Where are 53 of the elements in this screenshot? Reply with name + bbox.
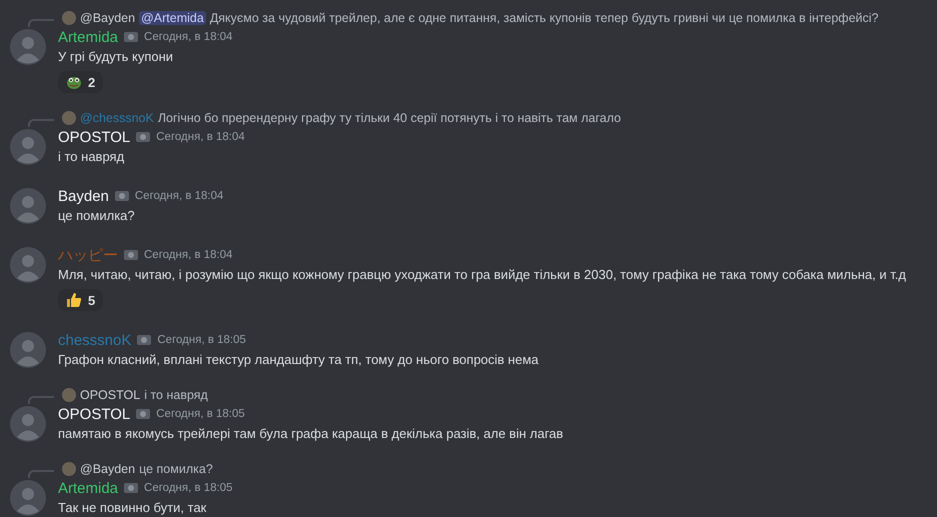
avatar-icon[interactable]	[10, 406, 46, 442]
avatar-icon[interactable]	[10, 129, 46, 165]
reply-connector-line	[28, 119, 54, 127]
reply-author[interactable]: @Bayden	[80, 11, 136, 25]
badge-icon	[135, 406, 152, 422]
badge-icon	[123, 29, 140, 45]
badge-icon	[123, 247, 139, 263]
message-text: Так не повинно бути, так	[58, 499, 208, 517]
timestamp: Сегодня, в 18:04	[134, 190, 224, 202]
avatar-icon	[62, 11, 76, 25]
message-text: У грі будуть купони	[58, 48, 174, 66]
badge-icon	[136, 332, 152, 348]
badge-icon	[114, 188, 130, 204]
badge-icon	[135, 129, 152, 145]
reply-preview-text[interactable]: Дякуємо за чудовий трейлер, але є одне питання, замість купонів тепер будуть гривні чи це помилка в інтерфейсі?	[210, 11, 878, 25]
username[interactable]: Artemida	[58, 480, 118, 496]
avatar-icon[interactable]	[10, 29, 46, 65]
reply-connector-line	[28, 19, 54, 27]
thumbs-up-icon	[66, 292, 82, 308]
reply-connector-line	[28, 396, 54, 404]
timestamp: Сегодня, в 18:05	[156, 408, 245, 420]
reply-author[interactable]: OPOSTOL	[80, 388, 140, 402]
message-text: Мля, читаю, читаю, і розумію що якщо кожному гравцю уходжати то гра вийде тільки в 2030, тому графіка не така тому собака мильна, и т.д	[58, 266, 907, 284]
message-text: Графон класний, вплані текстур ландашфту та тп, тому до нього вопросів нема	[58, 351, 540, 369]
username[interactable]: Bayden	[58, 188, 109, 204]
reply-author[interactable]: @Bayden	[80, 462, 136, 476]
username[interactable]: OPOSTOL	[58, 406, 130, 422]
avatar-icon	[62, 462, 76, 476]
message-text: памятаю в якомусь трейлері там була графа караща в декілька разів, але він лагав	[58, 425, 564, 443]
reply-preview-text[interactable]: Логічно бо пререндерну графу ту тільки 40 серії потянуть і то навіть там лагало	[158, 111, 621, 125]
timestamp: Сегодня, в 18:04	[144, 31, 233, 43]
avatar-icon	[62, 111, 76, 125]
reply-preview-text[interactable]: це помилка?	[139, 462, 213, 476]
avatar-icon[interactable]	[10, 247, 46, 283]
username[interactable]: Artemida	[58, 28, 118, 46]
reaction-button[interactable]: 5	[58, 289, 104, 311]
avatar-icon[interactable]	[10, 188, 46, 224]
message-text: і то навряд	[58, 148, 126, 166]
timestamp: Сегодня, в 18:04	[144, 249, 233, 261]
frog-emoji-icon	[66, 74, 82, 90]
message-text: це помилка?	[58, 207, 136, 225]
badge-icon	[123, 480, 140, 496]
timestamp: Сегодня, в 18:05	[144, 482, 233, 494]
reply-connector-line	[28, 470, 54, 478]
avatar-icon[interactable]	[10, 332, 46, 368]
reaction-button[interactable]: 2	[58, 71, 104, 93]
timestamp: Сегодня, в 18:05	[157, 334, 246, 346]
reply-preview-text[interactable]: і то навряд	[144, 388, 208, 402]
username[interactable]: OPOSTOL	[58, 128, 130, 146]
avatar-icon[interactable]	[10, 480, 46, 516]
timestamp: Сегодня, в 18:04	[156, 131, 245, 143]
mention-tag[interactable]: @Artemida	[139, 11, 206, 25]
avatar-icon	[62, 388, 76, 402]
